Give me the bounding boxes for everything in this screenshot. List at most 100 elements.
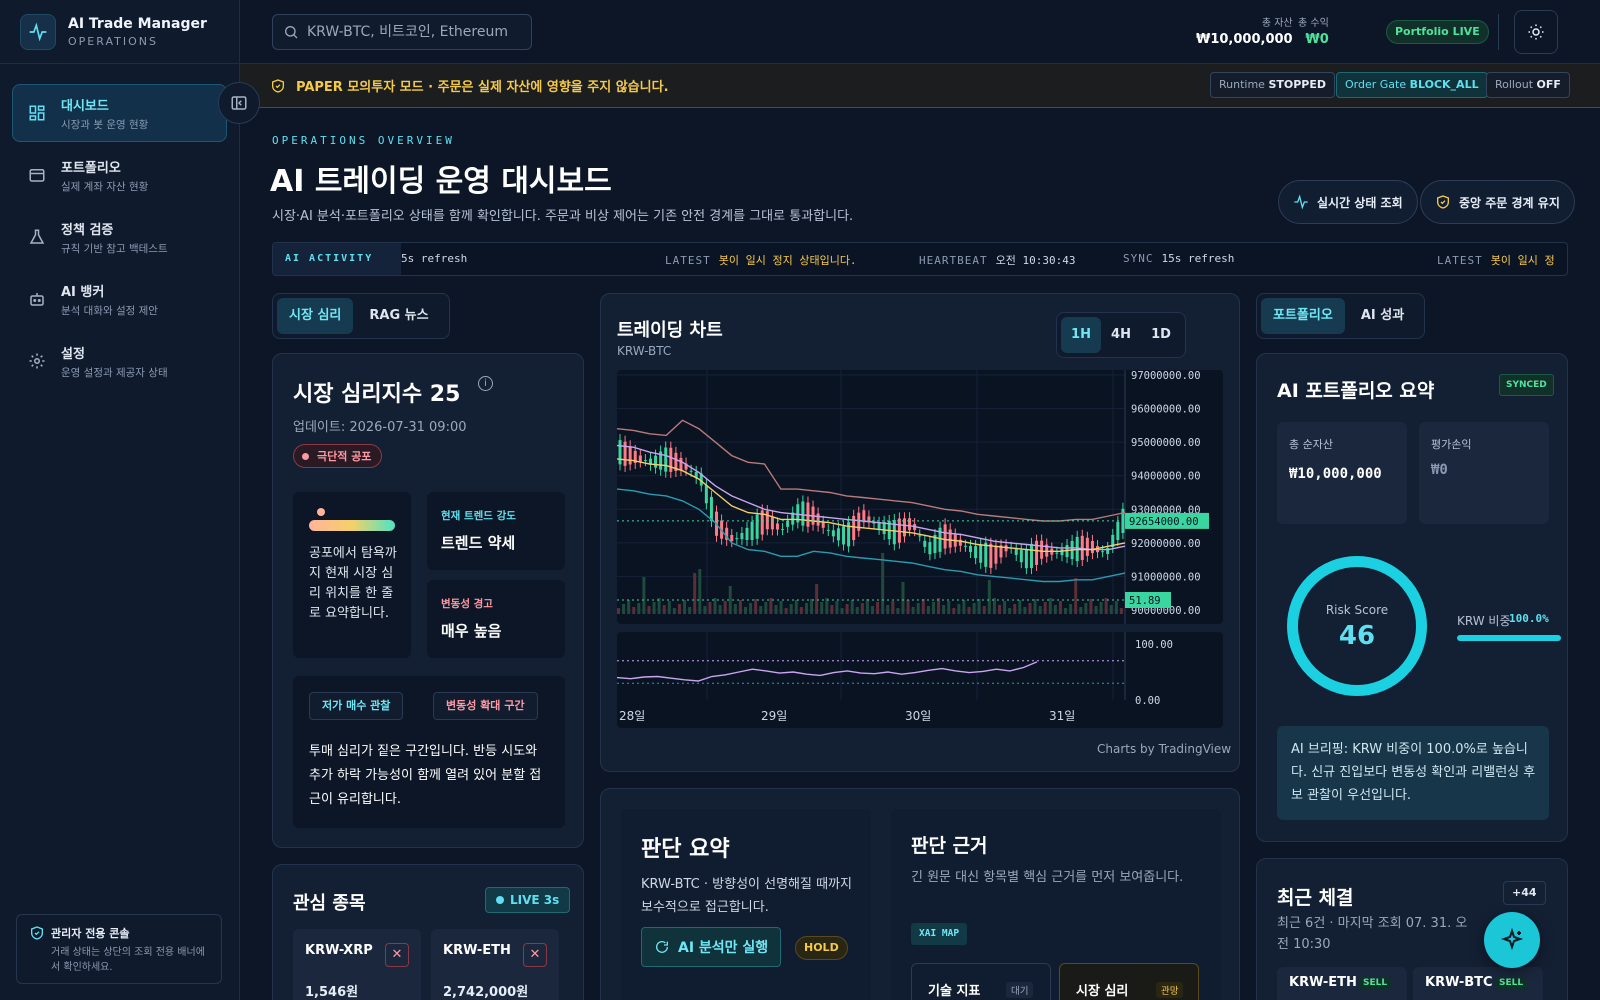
y-tick-label: 94000000.00 — [1131, 471, 1201, 483]
volatility-box: 변동성 경고 매우 높음 — [427, 580, 565, 658]
basis-desc: 긴 원문 대신 항목별 핵심 근거를 먼저 보여줍니다. — [911, 870, 1184, 885]
volume-bar — [830, 605, 834, 614]
search-input[interactable] — [307, 24, 521, 40]
sidebar-item-ai-banker[interactable]: AI 뱅커 분석 대화와 설정 제안 — [12, 270, 227, 328]
sidebar-collapse-button[interactable] — [218, 82, 260, 124]
volume-bar — [789, 604, 793, 614]
volume-bar — [815, 584, 819, 614]
interval-1h[interactable]: 1H — [1061, 317, 1101, 353]
y-tick-label: 91000000.00 — [1131, 571, 1201, 583]
info-icon[interactable]: i — [478, 376, 493, 391]
sidebar-item-policy[interactable]: 정책 검증 규칙 기반 참고 백테스트 — [12, 208, 227, 266]
volume-bar — [1064, 608, 1068, 614]
tab-rag-news[interactable]: RAG 뉴스 — [357, 298, 440, 334]
sidebar-item-label: AI 뱅커 — [61, 284, 105, 300]
x-tick-label: 28일 — [619, 709, 645, 723]
judgement-title: 판단 요약 — [641, 837, 730, 862]
trend-box: 현재 트렌드 강도 트렌드 약세 — [427, 492, 565, 570]
tradingview-credit: Charts by TradingView — [1097, 742, 1232, 756]
theme-toggle-button[interactable] — [1514, 10, 1558, 54]
krw-ratio-value: 100.0% — [1509, 612, 1549, 625]
watch-item[interactable]: KRW-XRP ✕ 1,546원 — [293, 929, 421, 1000]
volume-label: 51.89 — [1129, 595, 1161, 607]
total-profit-label: 총 수익 — [1298, 18, 1329, 29]
volume-bar — [667, 601, 671, 614]
banner-text: PAPER 모의투자 모드 · 주문은 실제 자산에 영향을 주지 않습니다. — [296, 80, 669, 95]
price-chart[interactable]: 97000000.00 96000000.00 95000000.00 9400000… — [617, 370, 1223, 624]
trade-item[interactable]: KRW-ETH SELL — [1277, 967, 1407, 1000]
remove-button[interactable]: ✕ — [523, 943, 547, 967]
left-tabs: 시장 심리 RAG 뉴스 — [272, 293, 450, 339]
volume-bar — [759, 606, 763, 614]
sidebar-item-settings[interactable]: 설정 운영 설정과 제공자 상태 — [12, 332, 227, 390]
recent-trades-more[interactable]: +44 — [1503, 881, 1546, 905]
run-ai-analysis-button[interactable]: AI 분석만 실행 — [641, 927, 782, 967]
volume-bar — [1028, 603, 1032, 614]
volume-bar — [860, 603, 864, 614]
portfolio-live-badge: Portfolio LIVE — [1386, 20, 1489, 44]
candle-body — [826, 530, 830, 532]
volume-bar — [774, 605, 778, 614]
volume-bar — [881, 553, 885, 614]
basis-sentiment[interactable]: 시장 심리 관망 — [1059, 963, 1199, 1000]
krw-ratio-label: KRW 비중 — [1457, 614, 1511, 628]
interval-1d[interactable]: 1D — [1141, 317, 1181, 353]
trade-item[interactable]: KRW-BTC SELL — [1413, 967, 1543, 1000]
tab-ai-performance[interactable]: AI 성과 — [1349, 298, 1416, 334]
sidebar-item-label: 대시보드 — [61, 98, 109, 114]
basis-technical[interactable]: 기술 지표 대기 — [911, 963, 1051, 1000]
collapse-icon — [231, 96, 247, 110]
tab-sentiment[interactable]: 시장 심리 — [277, 298, 354, 334]
remove-button[interactable]: ✕ — [385, 943, 409, 967]
watch-item[interactable]: KRW-ETH ✕ 2,742,000원 — [431, 929, 559, 1000]
volume-bar — [926, 606, 930, 614]
candle-body — [836, 528, 840, 541]
volume-bar — [642, 577, 646, 614]
ai-assistant-button[interactable] — [1484, 912, 1540, 968]
candle-body — [664, 447, 668, 472]
rsi-chart[interactable]: 100.00 0.00 28일 29일 30일 31일 — [617, 632, 1223, 728]
volume-bar — [688, 607, 692, 614]
volume-bar — [1043, 602, 1047, 614]
volume-bar — [744, 607, 747, 614]
order-gate-button[interactable]: 중앙 주문 경계 유지 — [1420, 180, 1575, 224]
sidebar-item-dashboard[interactable]: 대시보드 시장과 봇 운영 현황 — [12, 84, 227, 142]
net-asset-box: 총 순자산 ₩10,000,000 — [1277, 422, 1407, 524]
volume-bar — [1109, 605, 1113, 614]
ticker-head: 5s refresh — [401, 252, 467, 265]
ai-activity-ticker: AI ACTIVITY 5s refresh LATEST 봇이 일시 정지 상태… — [272, 242, 1568, 276]
pulse-icon — [20, 13, 56, 50]
brand[interactable]: AI Trade Manager OPERATIONS — [0, 0, 239, 64]
volume-bar — [906, 600, 910, 614]
volume-bar — [1069, 604, 1073, 614]
candle-body — [1024, 550, 1028, 569]
ai-briefing-box: AI 브리핑: KRW 비중이 100.0%로 높습니다. 신규 진입보다 변동… — [1277, 726, 1549, 820]
sentiment-title: 시장 심리지수 25 — [293, 382, 461, 407]
candle-body — [740, 533, 744, 540]
volume-bar — [733, 604, 737, 614]
ticker-heartbeat-label: HEARTBEAT — [919, 254, 988, 267]
candle-body — [943, 524, 947, 549]
search-box[interactable] — [272, 14, 532, 50]
candle-body — [974, 546, 978, 559]
sidebar-item-portfolio[interactable]: 포트폴리오 실제 계좌 자산 현황 — [12, 146, 227, 204]
volume-bar — [1008, 608, 1012, 614]
candle-body — [928, 542, 932, 555]
last-price-label: 92654000.00 — [1129, 516, 1199, 528]
runtime-value: STOPPED — [1268, 78, 1326, 91]
tab-portfolio[interactable]: 포트폴리오 — [1261, 298, 1345, 334]
volume-bar — [1013, 604, 1017, 614]
sentiment-gauge-marker — [317, 508, 326, 516]
volume-bar — [662, 605, 666, 614]
interval-4h[interactable]: 4H — [1101, 317, 1141, 353]
realtime-status-button[interactable]: 실시간 상태 조회 — [1278, 180, 1418, 224]
volume-bar — [891, 601, 895, 614]
sparkle-icon — [1500, 928, 1524, 951]
chip-low-buy: 저가 매수 관찰 — [309, 692, 404, 720]
candle-body — [1116, 521, 1120, 540]
recent-trades-desc: 최근 6건 · 마지막 조회 07. 31. 오전 10:30 — [1277, 916, 1468, 952]
volume-bar — [754, 599, 758, 614]
hold-badge: HOLD — [795, 936, 848, 960]
y-tick-label: 96000000.00 — [1131, 404, 1201, 416]
candle-body — [842, 526, 846, 545]
